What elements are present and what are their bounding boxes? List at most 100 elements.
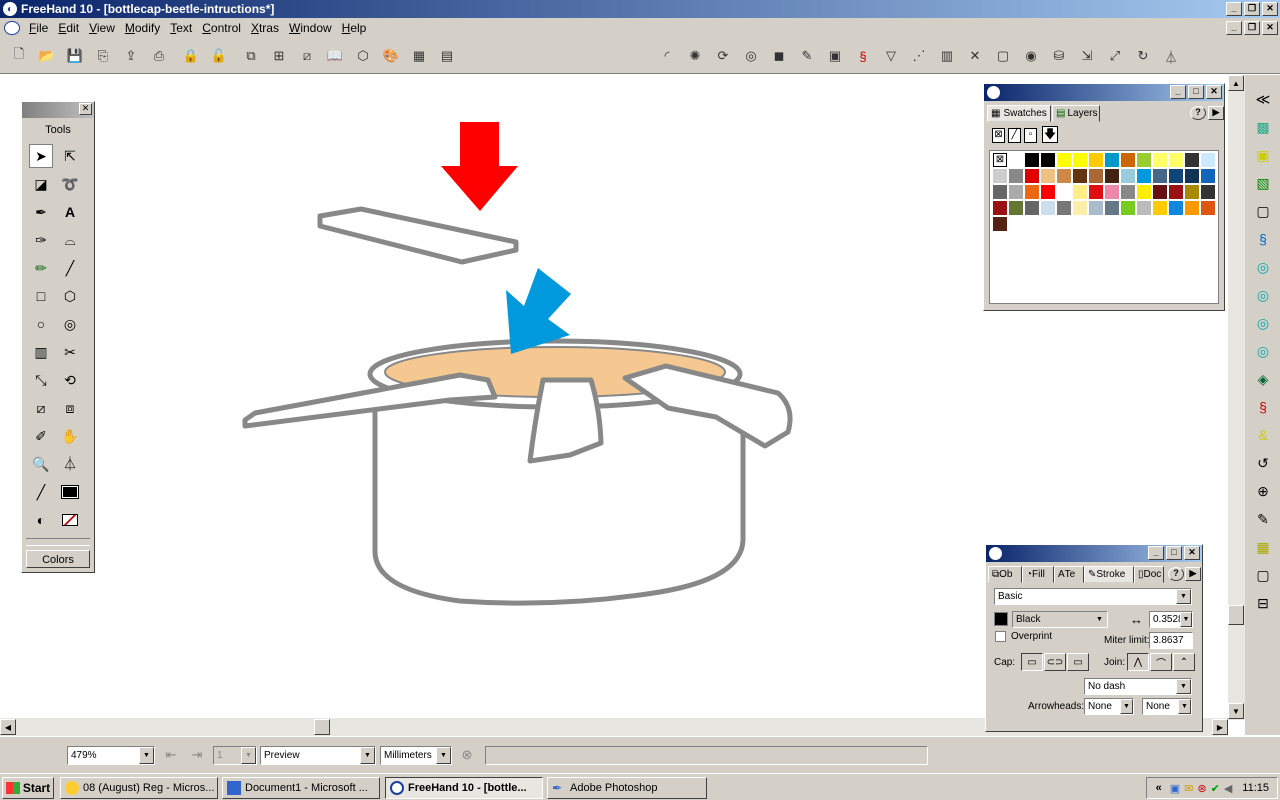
maximize-button[interactable]: □ bbox=[1188, 85, 1204, 99]
color-swatch[interactable] bbox=[1169, 169, 1183, 183]
print-icon[interactable]: ⎙ bbox=[148, 46, 170, 66]
color-swatch[interactable] bbox=[1121, 153, 1135, 167]
none-swatch[interactable]: ⊠ bbox=[993, 153, 1007, 167]
color-swatch[interactable] bbox=[1105, 169, 1119, 183]
bevel-join-icon[interactable]: ⌃ bbox=[1173, 653, 1195, 671]
chevron-down-icon[interactable]: ▼ bbox=[360, 747, 375, 764]
color-swatch[interactable] bbox=[993, 185, 1007, 199]
color-swatch[interactable] bbox=[1137, 185, 1151, 199]
color-swatch[interactable] bbox=[1041, 201, 1055, 215]
polygon-tool-icon[interactable]: ⬡ bbox=[58, 284, 82, 308]
library-icon[interactable]: 📖 bbox=[324, 46, 346, 66]
stroke-color-icon[interactable]: ╱ bbox=[29, 480, 53, 504]
chevron-down-icon[interactable]: ▼ bbox=[241, 747, 256, 764]
xtra-icon-14[interactable]: ↺ bbox=[1253, 453, 1273, 473]
menu-control[interactable]: Control bbox=[197, 21, 246, 35]
color-swatch[interactable] bbox=[1105, 153, 1119, 167]
xtra-icon-5[interactable]: ▢ bbox=[1253, 201, 1273, 221]
color-swatch[interactable] bbox=[1153, 201, 1167, 215]
fisheye-icon[interactable]: ✕ bbox=[964, 46, 986, 66]
xtra-icon-17[interactable]: ▦ bbox=[1253, 537, 1273, 557]
units-select[interactable]: Millimeters ▼ bbox=[380, 746, 452, 765]
color-swatch[interactable] bbox=[1073, 169, 1087, 183]
transform-icon[interactable]: ⧄ bbox=[296, 46, 318, 66]
new-document-icon[interactable]: 🗋 bbox=[8, 46, 30, 66]
maximize-button[interactable]: □ bbox=[1166, 546, 1182, 560]
pen-tool-icon[interactable]: ✑ bbox=[29, 228, 53, 252]
stroke-type-select[interactable]: Basic ▼ bbox=[994, 588, 1192, 605]
xtra-icon-13[interactable]: & bbox=[1253, 425, 1273, 445]
color-swatch[interactable] bbox=[1041, 153, 1055, 167]
group-icon[interactable]: ⧉ bbox=[240, 46, 262, 66]
tab-stroke[interactable]: ✎ Stroke bbox=[1084, 566, 1134, 583]
prev-page-icon[interactable]: ⇤ bbox=[160, 745, 182, 765]
freeform-tool-icon[interactable]: ✂ bbox=[58, 340, 82, 364]
color-swatch[interactable] bbox=[1121, 169, 1135, 183]
color-swatch[interactable] bbox=[1201, 153, 1215, 167]
color-swatch[interactable] bbox=[1201, 201, 1215, 215]
save-icon[interactable]: 💾 bbox=[64, 46, 86, 66]
panel-menu-icon[interactable]: ▶ bbox=[1185, 567, 1201, 581]
pointer-tool-icon[interactable]: ➤ bbox=[29, 144, 53, 168]
color-mixer-icon[interactable]: 🎨 bbox=[380, 46, 402, 66]
color-swatch[interactable] bbox=[1057, 153, 1071, 167]
color-swatch[interactable] bbox=[1089, 201, 1103, 215]
chevron-down-icon[interactable]: ▼ bbox=[1178, 699, 1191, 714]
color-swatch[interactable] bbox=[1185, 201, 1199, 215]
text-tool-icon[interactable]: A bbox=[58, 200, 82, 224]
square-cap-icon[interactable]: ▭ bbox=[1067, 653, 1089, 671]
color-swatch[interactable] bbox=[1105, 201, 1119, 215]
trace-tool-icon[interactable]: ▥ bbox=[29, 340, 53, 364]
color-swatch[interactable] bbox=[1185, 185, 1199, 199]
color-swatch[interactable] bbox=[1073, 201, 1087, 215]
unlock-icon[interactable]: 🔓 bbox=[208, 46, 230, 66]
xtra-icon-8[interactable]: ◎ bbox=[1253, 285, 1273, 305]
chevron-down-icon[interactable]: ▼ bbox=[1176, 589, 1191, 604]
expand-icon[interactable]: ⇲ bbox=[1076, 46, 1098, 66]
color-swatch[interactable] bbox=[1153, 185, 1167, 199]
envelope-icon[interactable]: ▢ bbox=[992, 46, 1014, 66]
task-outlook[interactable]: 08 (August) Reg - Micros... bbox=[60, 777, 218, 799]
xtra-icon-19[interactable]: ⊟ bbox=[1253, 593, 1273, 613]
round-join-icon[interactable]: ⌒ bbox=[1150, 653, 1172, 671]
scroll-thumb-vertical[interactable] bbox=[1228, 605, 1244, 625]
scroll-right-icon[interactable]: ▶ bbox=[1212, 719, 1228, 735]
miter-limit-field[interactable]: 3.8637 bbox=[1149, 632, 1193, 649]
update-icon[interactable]: ✔ bbox=[1211, 782, 1220, 795]
close-button[interactable]: ✕ bbox=[1262, 2, 1278, 16]
color-swatch[interactable] bbox=[1073, 153, 1087, 167]
vertical-scrollbar[interactable]: ▲ ▼ bbox=[1228, 75, 1245, 720]
menu-modify[interactable]: Modify bbox=[120, 21, 165, 35]
xtra-icon-10[interactable]: ◎ bbox=[1253, 341, 1273, 361]
stroke-selector-icon[interactable]: ╱ bbox=[1008, 128, 1021, 143]
chevron-down-icon[interactable]: ▼ bbox=[1092, 612, 1107, 627]
link-icon[interactable]: ⤢ bbox=[1104, 46, 1126, 66]
swatches-panel-titlebar[interactable]: _ □ ✕ bbox=[984, 84, 1224, 101]
minimize-button[interactable]: _ bbox=[1148, 546, 1164, 560]
color-swatch[interactable] bbox=[1025, 169, 1039, 183]
spiral-icon[interactable]: ◎ bbox=[740, 46, 762, 66]
task-photoshop[interactable]: ✒ Adobe Photoshop bbox=[547, 777, 707, 799]
tab-layers[interactable]: ▤ Layers bbox=[1052, 105, 1100, 122]
color-swatch[interactable] bbox=[1057, 169, 1071, 183]
tab-text[interactable]: A Te bbox=[1054, 566, 1084, 583]
scroll-thumb-horizontal[interactable] bbox=[314, 719, 330, 735]
doc-close-button[interactable]: ✕ bbox=[1262, 21, 1278, 35]
color-swatch[interactable] bbox=[1025, 153, 1039, 167]
document-icon[interactable] bbox=[4, 21, 20, 35]
lasso-tool-icon[interactable]: ➰ bbox=[58, 172, 82, 196]
color-swatch[interactable] bbox=[1201, 169, 1215, 183]
miter-join-icon[interactable]: ⋀ bbox=[1127, 653, 1149, 671]
xtra-icon-18[interactable]: ▢ bbox=[1253, 565, 1273, 585]
scale-tool-icon[interactable]: ⤡ bbox=[29, 368, 53, 392]
arrowhead-start-select[interactable]: None ▼ bbox=[1084, 698, 1134, 715]
minimize-button[interactable]: _ bbox=[1170, 85, 1186, 99]
open-folder-icon[interactable]: 📂 bbox=[36, 46, 58, 66]
hand-tool-icon[interactable]: ✋ bbox=[58, 424, 82, 448]
color-swatch[interactable] bbox=[1025, 201, 1039, 215]
line-tool-icon[interactable]: ╱ bbox=[58, 256, 82, 280]
scroll-up-icon[interactable]: ▲ bbox=[1228, 75, 1244, 91]
color-swatch[interactable] bbox=[1169, 201, 1183, 215]
doc-minimize-button[interactable]: _ bbox=[1226, 21, 1242, 35]
tab-fill[interactable]: ◔ Fill bbox=[1022, 566, 1054, 583]
